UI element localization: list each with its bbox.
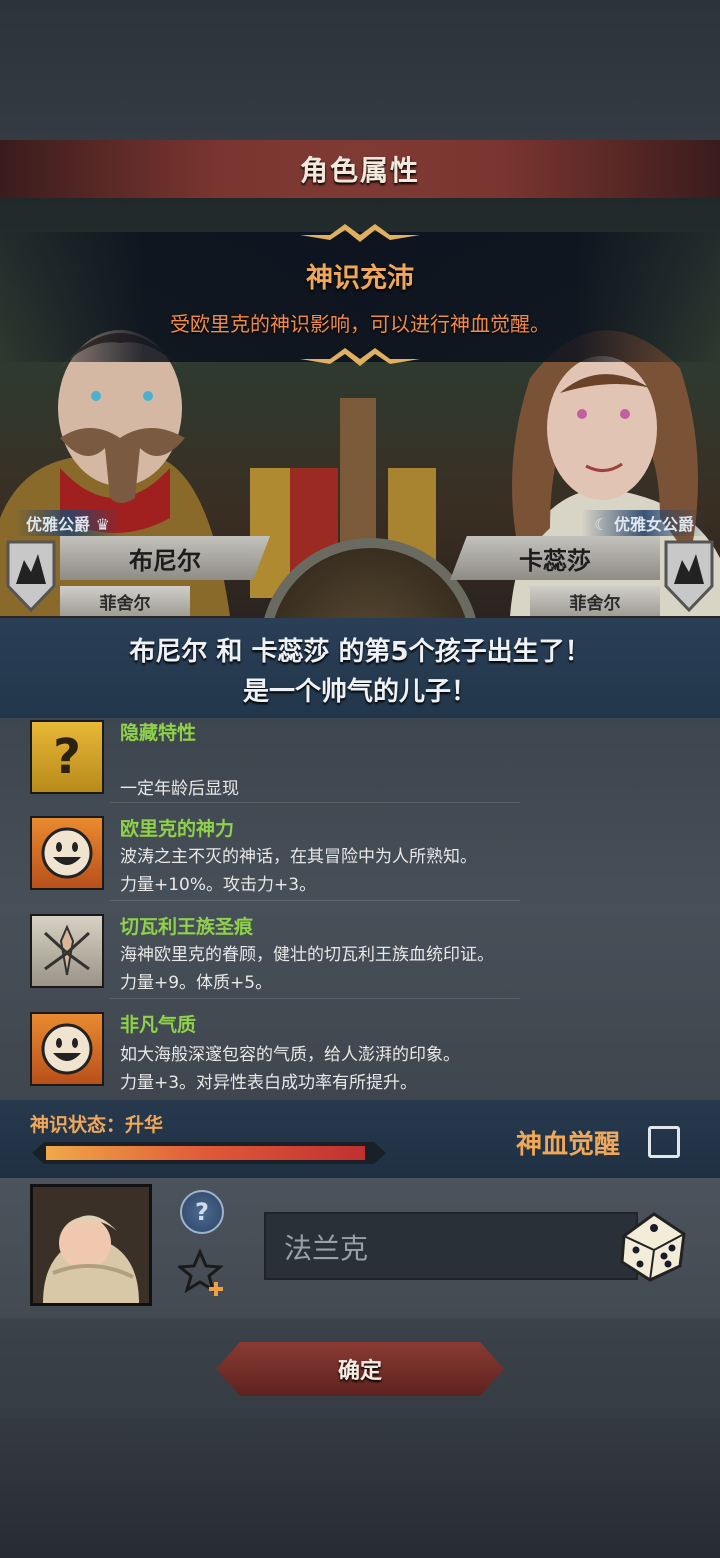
birth-message-line1: 布尼尔 和 卡蕊莎 的第5个孩子出生了！ [129, 637, 591, 667]
father-house: 菲舍尔 [99, 593, 151, 614]
divider [110, 998, 520, 999]
birth-message: 布尼尔 和 卡蕊莎 的第5个孩子出生了！ 是一个帅气的儿子！ [0, 618, 720, 718]
child-avatar [30, 1184, 152, 1306]
divine-state-value: 升华 [125, 1114, 164, 1136]
trait-desc: 海神欧里克的眷顾，健壮的切瓦利王族血统印证。 [120, 945, 494, 965]
father-title: 优雅公爵 ♛ [14, 510, 122, 536]
title-bar: 角色属性 [0, 140, 720, 198]
trait-desc: 一定年龄后显现 [120, 779, 239, 799]
mother-house-crest-icon [664, 540, 714, 612]
trait-name: 非凡气质 [120, 1014, 197, 1036]
trait-item[interactable]: ? 隐藏特性 一定年龄后显现 [0, 718, 720, 814]
child-panel: ? [0, 1178, 720, 1318]
divine-state-label: 神识状态：升华 [30, 1114, 164, 1136]
announcement-headline: 神识充沛 [306, 263, 414, 294]
page-title: 角色属性 [299, 154, 420, 187]
ornament-bottom-icon [300, 348, 420, 366]
divine-progress-fill [46, 1146, 365, 1160]
mother-name-plate: 卡蕊莎 [450, 536, 660, 580]
mother-name: 卡蕊莎 [519, 546, 591, 575]
random-name-dice-icon[interactable] [614, 1206, 692, 1284]
father-name-plate: 布尼尔 [60, 536, 270, 580]
trait-name: 切瓦利王族圣痕 [120, 916, 254, 938]
confirm-area: 确定 [0, 1318, 720, 1418]
child-name-field[interactable] [264, 1212, 638, 1280]
divine-progress-bar [32, 1142, 386, 1164]
father-house-crest-icon [6, 540, 56, 612]
trait-item[interactable]: 非凡气质 如大海般深邃包容的气质，给人澎湃的印象。 力量+3。对异性表白成功率有… [0, 1010, 720, 1100]
announcement-banner: 神识充沛 受欧里克的神识影响，可以进行神血觉醒。 [0, 224, 720, 366]
trait-item[interactable]: 欧里克的神力 波涛之主不灭的神话，在其冒险中为人所熟知。 力量+10%。攻击力+… [0, 814, 720, 910]
trait-effect: 力量+10%。攻击力+3。 [120, 875, 317, 895]
blood-awaken-label: 神血觉醒 [516, 1130, 621, 1160]
mother-house-plate: 菲舍尔 [530, 586, 660, 616]
mother-house: 菲舍尔 [569, 593, 621, 614]
divider [110, 900, 520, 901]
smiley-face-icon [30, 1012, 104, 1086]
trait-desc: 如大海般深邃包容的气质，给人澎湃的印象。 [120, 1045, 460, 1065]
mother-title: ☾ 优雅女公爵 [582, 510, 706, 536]
announcement-subtext: 受欧里克的神识影响，可以进行神血觉醒。 [170, 312, 550, 336]
trait-item[interactable]: 切瓦利王族圣痕 海神欧里克的眷顾，健壮的切瓦利王族血统印证。 力量+9。体质+5… [0, 912, 720, 1008]
add-favorite-star-icon[interactable] [178, 1248, 228, 1298]
trait-effect: 力量+9。体质+5。 [120, 973, 273, 993]
birth-message-line2: 是一个帅气的儿子！ [242, 677, 477, 707]
father-house-plate: 菲舍尔 [60, 586, 190, 616]
trait-list[interactable]: ? 隐藏特性 一定年龄后显现 欧里克的神力 波涛之主不灭的神话，在其冒险中为人所… [0, 718, 720, 1100]
divider [110, 802, 520, 803]
smiley-face-icon [30, 816, 104, 890]
top-background [0, 0, 720, 140]
father-name: 布尼尔 [129, 546, 201, 575]
divine-state-panel: 神识状态：升华 神血觉醒 [0, 1100, 720, 1178]
crown-icon: ♛ [95, 515, 110, 534]
trait-effect: 力量+3。对异性表白成功率有所提升。 [120, 1073, 418, 1093]
trait-name: 欧里克的神力 [120, 818, 235, 840]
child-name-input[interactable] [282, 1226, 586, 1268]
bottom-background [0, 1418, 720, 1558]
moon-icon: ☾ [594, 515, 609, 534]
blood-awaken-checkbox[interactable] [648, 1126, 680, 1158]
trait-desc: 波涛之主不灭的神话，在其冒险中为人所熟知。 [120, 847, 477, 867]
help-button[interactable]: ? [180, 1190, 224, 1234]
royal-crest-icon [30, 914, 104, 988]
question-mark-icon: ? [30, 720, 104, 794]
ornament-top-icon [300, 224, 420, 242]
confirm-button[interactable]: 确定 [216, 1342, 504, 1396]
trait-name: 隐藏特性 [120, 722, 197, 744]
